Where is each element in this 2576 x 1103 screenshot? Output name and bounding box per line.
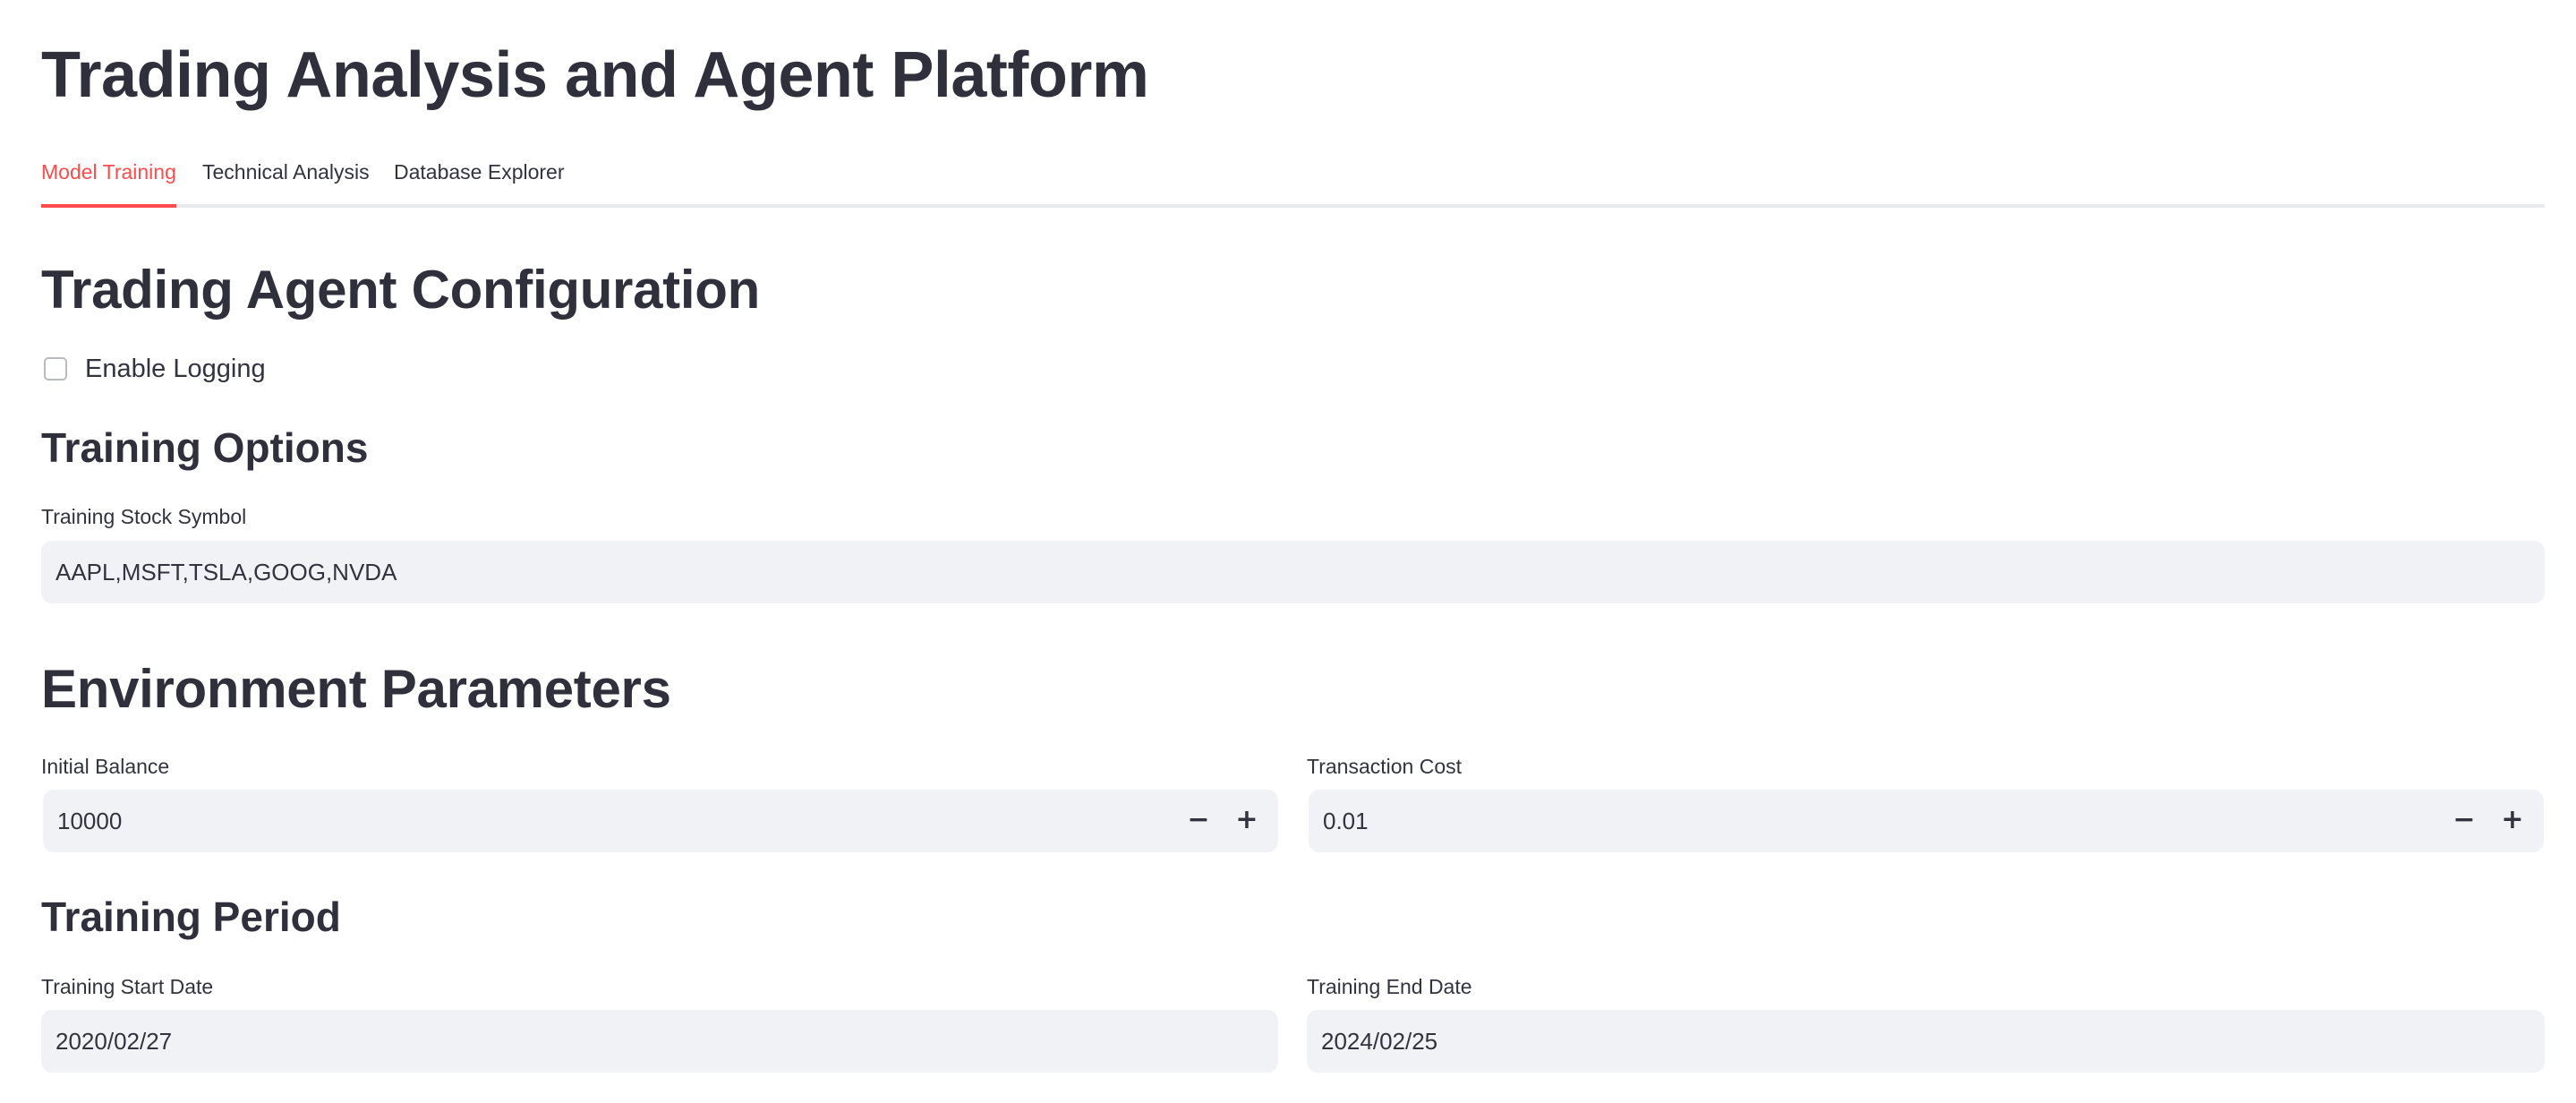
initial-balance-value: 10000 xyxy=(57,808,123,834)
transaction-cost-stepper[interactable]: 0.01 − + xyxy=(1309,790,2544,852)
tab-database-explorer[interactable]: Database Explorer xyxy=(394,152,565,204)
training-options-heading: Training Options xyxy=(41,424,369,471)
tab-model-training[interactable]: Model Training xyxy=(41,152,176,208)
training-end-date-input[interactable]: 2024/02/25 xyxy=(1307,1010,2545,1073)
training-start-date-value: 2020/02/27 xyxy=(55,1028,173,1055)
page-title: Trading Analysis and Agent Platform xyxy=(41,39,1149,111)
tab-technical-analysis[interactable]: Technical Analysis xyxy=(202,152,370,204)
initial-balance-label: Initial Balance xyxy=(41,755,170,778)
training-start-date-label: Training Start Date xyxy=(41,975,214,998)
training-end-date-label: Training End Date xyxy=(1307,975,1472,998)
config-heading: Trading Agent Configuration xyxy=(41,260,760,320)
tab-bar: Model Training Technical Analysis Databa… xyxy=(41,152,2545,208)
training-stock-symbol-input[interactable]: AAPL,MSFT,TSLA,GOOG,NVDA xyxy=(41,541,2545,603)
transaction-cost-increment-button[interactable]: + xyxy=(2488,790,2537,852)
transaction-cost-value: 0.01 xyxy=(1323,808,1369,834)
environment-heading: Environment Parameters xyxy=(41,659,671,719)
enable-logging-label: Enable Logging xyxy=(85,354,266,383)
initial-balance-stepper[interactable]: 10000 − + xyxy=(43,790,1278,852)
initial-balance-increment-button[interactable]: + xyxy=(1223,790,1271,852)
enable-logging-checkbox-row[interactable]: Enable Logging xyxy=(44,351,266,387)
training-period-heading: Training Period xyxy=(41,894,341,940)
initial-balance-decrement-button[interactable]: − xyxy=(1174,790,1223,852)
transaction-cost-label: Transaction Cost xyxy=(1307,755,1462,778)
training-stock-symbol-label: Training Stock Symbol xyxy=(41,505,247,528)
transaction-cost-decrement-button[interactable]: − xyxy=(2440,790,2488,852)
training-stock-symbol-value: AAPL,MSFT,TSLA,GOOG,NVDA xyxy=(55,559,397,586)
training-start-date-input[interactable]: 2020/02/27 xyxy=(41,1010,1278,1073)
training-end-date-value: 2024/02/25 xyxy=(1321,1028,1438,1055)
enable-logging-checkbox[interactable] xyxy=(44,357,67,380)
